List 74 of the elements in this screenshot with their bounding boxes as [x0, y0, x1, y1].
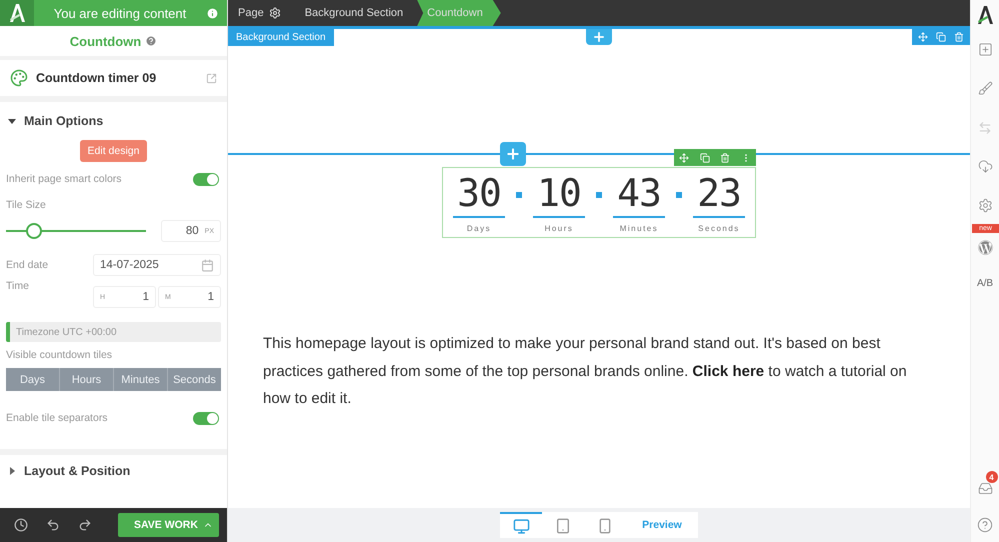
- trash-icon[interactable]: [954, 32, 964, 42]
- plus-icon: [505, 146, 521, 162]
- tutorial-link[interactable]: Click here: [692, 362, 764, 380]
- copy-icon[interactable]: [936, 32, 946, 42]
- help-icon[interactable]: [145, 35, 158, 47]
- toggle-switch[interactable]: [193, 412, 219, 424]
- add-button[interactable]: [500, 142, 526, 166]
- palette-icon: [10, 69, 28, 87]
- brush-icon: [978, 81, 992, 96]
- gear-icon: [268, 7, 281, 19]
- toggle-switch[interactable]: [193, 172, 219, 186]
- history-button[interactable]: [14, 518, 28, 532]
- undo-icon: [46, 518, 60, 532]
- countdown-number: 10: [537, 172, 581, 214]
- redo-icon: [78, 518, 92, 532]
- slider-thumb[interactable]: [26, 223, 42, 239]
- caret-icon: [8, 467, 16, 475]
- breadcrumb-item[interactable]: Background Section: [294, 0, 418, 26]
- countdown-number: 43: [617, 172, 661, 214]
- countdown-number: 23: [697, 172, 741, 214]
- breadcrumb-item[interactable]: Page: [228, 0, 295, 26]
- ab-test-button[interactable]: A/B: [970, 264, 999, 303]
- caret-icon: [8, 117, 16, 125]
- phone-icon: [597, 518, 614, 534]
- countdown-unit: Minutes: [620, 224, 658, 233]
- plus-icon: [592, 30, 606, 44]
- arrows-icon: [978, 120, 992, 134]
- banner-title: You are editing content: [52, 6, 188, 20]
- clock-icon: [14, 518, 28, 532]
- wordpress-icon: [978, 240, 992, 255]
- preview-button[interactable]: Preview: [626, 519, 698, 531]
- save-work-button[interactable]: SAVE WORK: [118, 513, 219, 537]
- notification-count: 4: [986, 471, 998, 483]
- undo-button[interactable]: [46, 518, 60, 532]
- move-icon[interactable]: [918, 32, 928, 42]
- panel-title: Countdown: [70, 34, 142, 48]
- field-label: Inherit page smart colors: [6, 173, 122, 185]
- settings-icon: [978, 198, 992, 213]
- section-label: Background Section: [228, 29, 334, 46]
- cloud-download-icon: [978, 159, 992, 174]
- intro-paragraph: This homepage layout is optimized to make your personal brand stand out. It's based on best practices gathered from some of the top personal brands online. Click here to watch a tutorial on how to edit it.: [263, 334, 908, 409]
- field-label: End date: [6, 259, 48, 271]
- date-field[interactable]: 14-07-2025: [93, 254, 221, 276]
- external-link-icon[interactable]: [206, 72, 217, 84]
- trash-icon[interactable]: [720, 152, 730, 162]
- timezone-note: Timezone UTC +00:00: [6, 322, 221, 342]
- add-button[interactable]: [586, 29, 612, 45]
- logo-icon: [9, 4, 25, 22]
- section-header[interactable]: Main Options: [0, 102, 227, 140]
- field-label: Enable tile separators: [6, 412, 108, 424]
- monitor-icon: [512, 518, 530, 534]
- field-value: 1: [208, 291, 214, 303]
- inbox-button[interactable]: 4: [970, 469, 999, 508]
- info-icon: [206, 6, 219, 20]
- copy-icon[interactable]: [700, 152, 710, 162]
- field-value: 14-07-2025: [100, 259, 159, 271]
- field-value: 1: [142, 291, 149, 303]
- field-label: Tile Size: [6, 199, 46, 211]
- inbox-icon: [978, 481, 992, 496]
- field-value: 80: [186, 225, 199, 237]
- countdown-number: 30: [457, 172, 501, 214]
- countdown-unit: Seconds: [698, 224, 740, 233]
- countdown-unit: Days: [466, 224, 492, 233]
- field-label: Time: [6, 280, 29, 292]
- element-name: Countdown timer 09: [36, 71, 158, 85]
- tablet-icon: [555, 518, 572, 534]
- square-plus-icon: [978, 42, 992, 57]
- redo-button[interactable]: [78, 518, 92, 532]
- countdown-unit: Hours: [544, 224, 574, 233]
- help-icon: [977, 517, 993, 533]
- logo-icon: [977, 6, 993, 24]
- field-label: Visible countdown tiles: [6, 349, 112, 361]
- move-icon[interactable]: [679, 152, 690, 162]
- calendar-icon: [201, 258, 214, 272]
